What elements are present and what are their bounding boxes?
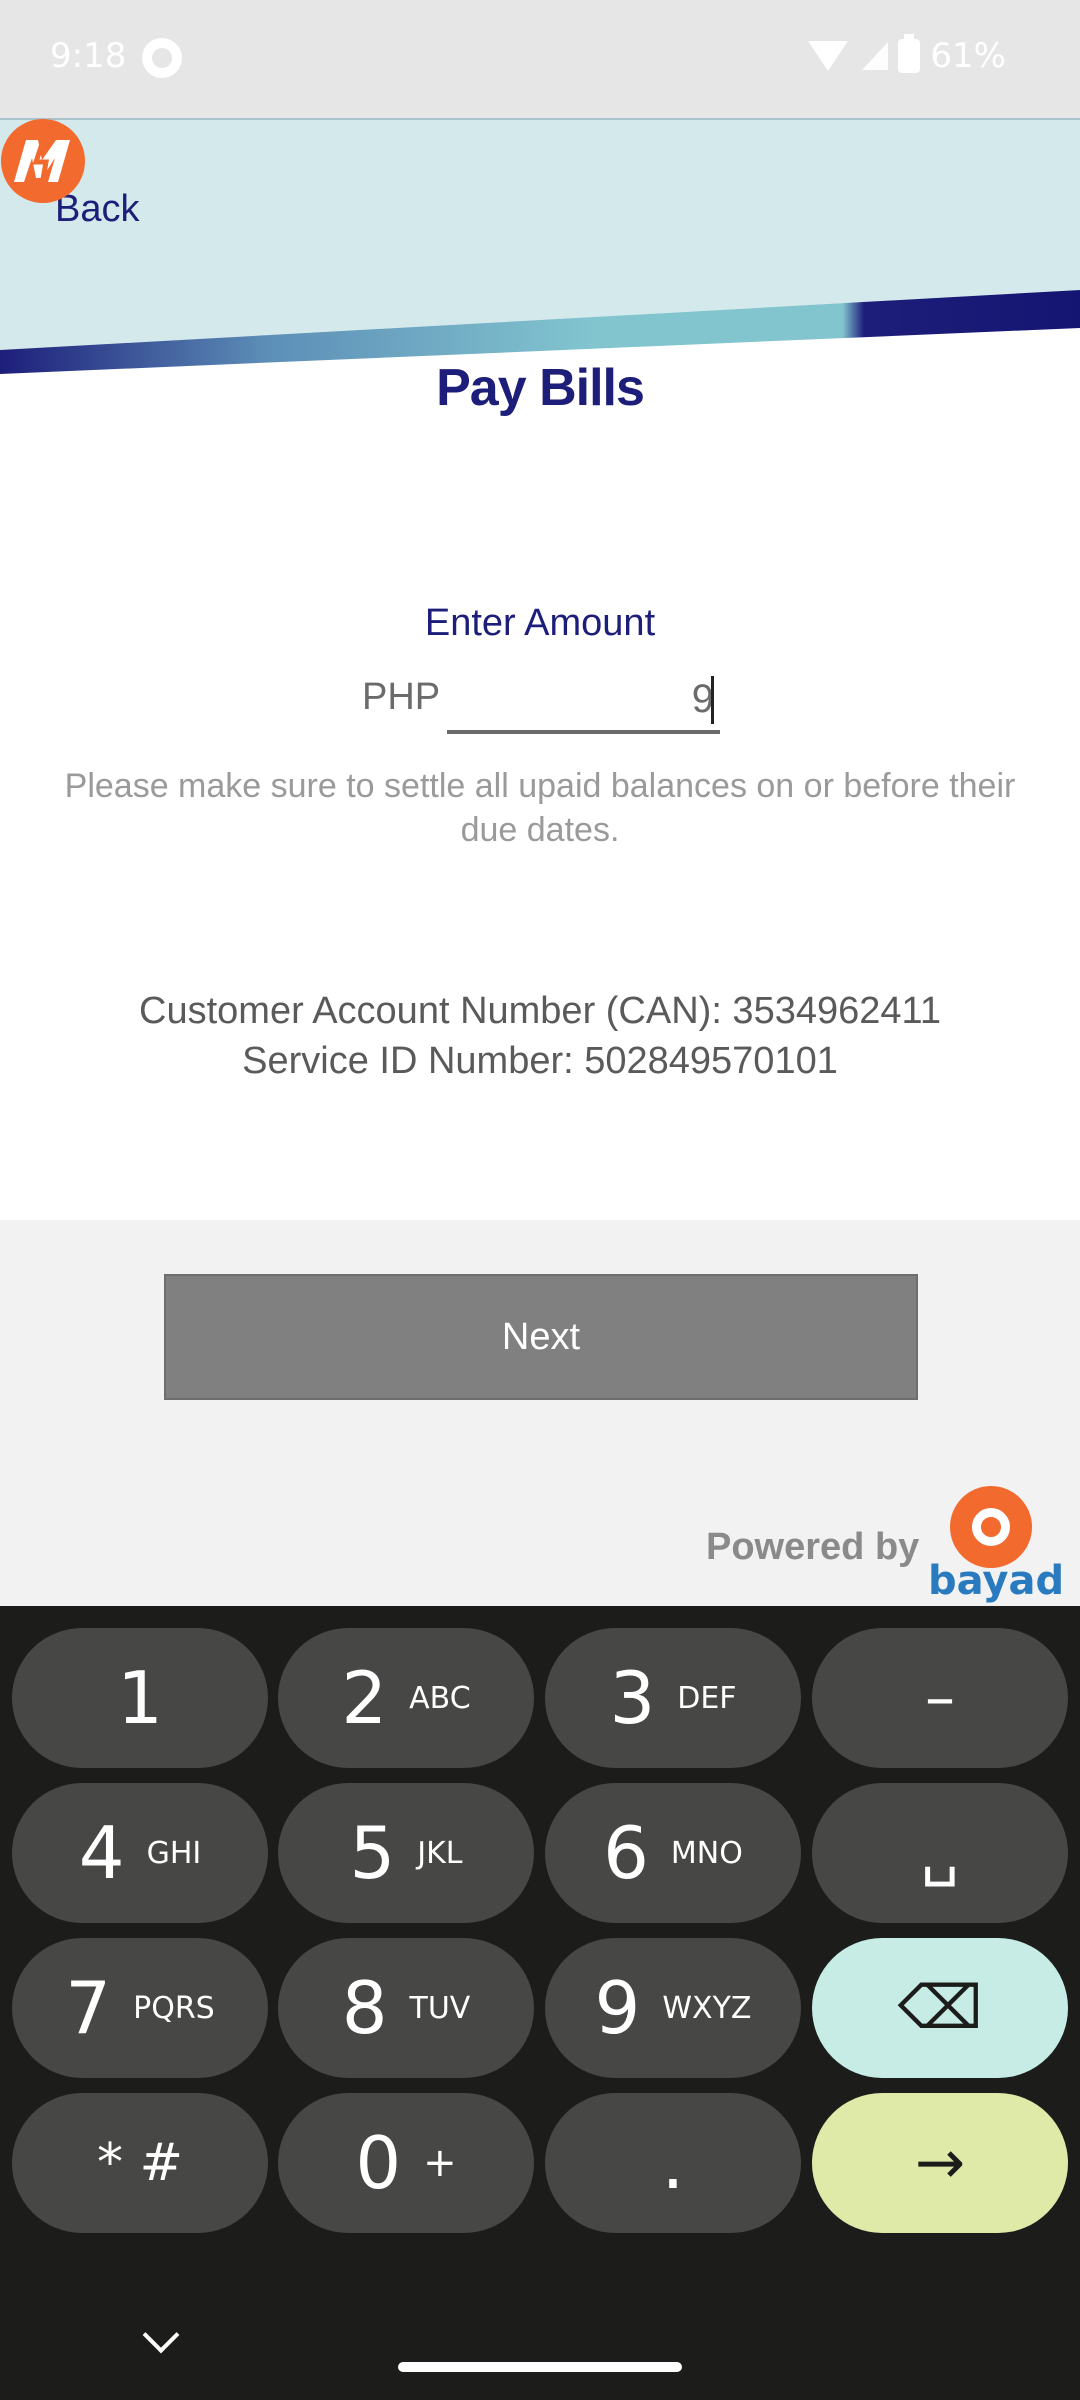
bayad-wordmark: bayad: [928, 1558, 1065, 1604]
status-bar: 9:18 61%: [0, 0, 1080, 118]
key-9[interactable]: 9 WXYZ: [545, 1938, 801, 2078]
header-wave-graphic: [0, 118, 1080, 378]
meralco-logo-icon: [1, 119, 85, 203]
status-time: 9:18: [50, 36, 127, 76]
key-8[interactable]: 8 TUV: [278, 1938, 534, 2078]
page-title: Pay Bills: [436, 359, 645, 417]
key-3[interactable]: 3 DEF: [545, 1628, 801, 1768]
bayad-logo: bayad: [928, 1486, 1064, 1610]
sync-icon: [142, 38, 182, 78]
battery-percentage: 61%: [930, 36, 1006, 76]
key-2[interactable]: 2 ABC: [278, 1628, 534, 1768]
space-icon: ␣: [920, 1818, 960, 1888]
status-icons: 61%: [808, 34, 1006, 76]
key-7[interactable]: 7 PQRS: [12, 1938, 268, 2078]
backspace-key[interactable]: ⌫: [812, 1938, 1068, 2078]
key-0[interactable]: 0 +: [278, 2093, 534, 2233]
next-button[interactable]: Next: [164, 1274, 918, 1400]
key-space[interactable]: ␣: [812, 1783, 1068, 1923]
numeric-keyboard: 1 2 ABC 3 DEF – 4 GHI 5 JKL 6 MNO ␣ 7 PQRS 8 TU…: [0, 1606, 1080, 2400]
key-4[interactable]: 4 GHI: [12, 1783, 268, 1923]
amount-input[interactable]: [447, 668, 720, 734]
bayad-mark-icon: [950, 1486, 1032, 1568]
payment-hint: Please make sure to settle all upaid bal…: [64, 767, 1016, 849]
customer-account-number: Customer Account Number (CAN): 353496241…: [139, 990, 941, 1032]
key-6[interactable]: 6 MNO: [545, 1783, 801, 1923]
service-id-number: Service ID Number: 502849570101: [242, 1040, 838, 1082]
text-cursor: [711, 676, 714, 724]
key-5[interactable]: 5 JKL: [278, 1783, 534, 1923]
backspace-icon: ⌫: [897, 1973, 983, 2043]
enter-key[interactable]: →: [812, 2093, 1068, 2233]
home-indicator[interactable]: [398, 2362, 682, 2372]
minus-icon: –: [925, 1663, 955, 1733]
key-minus[interactable]: –: [812, 1628, 1068, 1768]
footer-panel: Next Powered by bayad: [0, 1220, 1080, 1606]
header-banner: Back: [0, 118, 1080, 378]
battery-icon: [898, 34, 921, 73]
enter-amount-label: Enter Amount: [424, 602, 656, 644]
cellular-signal-icon: [862, 42, 889, 70]
key-period[interactable]: .: [545, 2093, 801, 2233]
powered-by-label: Powered by: [706, 1526, 920, 1568]
arrow-right-icon: →: [914, 2128, 966, 2198]
key-star-hash[interactable]: * #: [12, 2093, 268, 2233]
currency-label: PHP: [362, 676, 441, 718]
wifi-icon: [808, 41, 849, 71]
key-1[interactable]: 1: [12, 1628, 268, 1768]
